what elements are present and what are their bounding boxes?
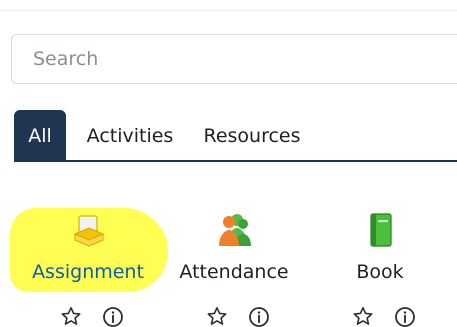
module-actions — [46, 304, 130, 327]
info-icon[interactable] — [246, 304, 272, 327]
tab-resources-label: Resources — [203, 124, 301, 147]
star-icon[interactable] — [204, 304, 230, 327]
module-label: Assignment — [32, 261, 144, 283]
tab-activities[interactable]: Activities — [74, 110, 186, 161]
module-attendance[interactable]: Attendance — [164, 206, 304, 327]
info-icon[interactable] — [392, 304, 418, 327]
tab-all[interactable]: All — [14, 110, 66, 161]
assignment-icon — [69, 210, 107, 250]
module-actions — [192, 304, 276, 327]
module-assignment[interactable]: Assignment — [18, 206, 158, 327]
module-label: Book — [356, 261, 404, 283]
module-label: Attendance — [179, 261, 289, 283]
chooser-tabs: All Activities Resources — [14, 110, 457, 161]
tabs-divider — [14, 160, 457, 162]
module-actions — [338, 304, 422, 327]
info-icon[interactable] — [100, 304, 126, 327]
top-divider — [0, 10, 457, 11]
activity-chooser: All Activities Resources Assignment — [0, 0, 457, 327]
attendance-icon — [215, 210, 253, 250]
search-box[interactable] — [11, 34, 457, 84]
star-icon[interactable] — [58, 304, 84, 327]
search-input[interactable] — [12, 35, 457, 83]
tab-activities-label: Activities — [86, 124, 174, 147]
tab-all-label: All — [28, 124, 52, 147]
tab-resources[interactable]: Resources — [194, 110, 310, 161]
book-icon — [361, 210, 399, 250]
star-icon[interactable] — [350, 304, 376, 327]
module-book[interactable]: Book — [310, 206, 450, 327]
